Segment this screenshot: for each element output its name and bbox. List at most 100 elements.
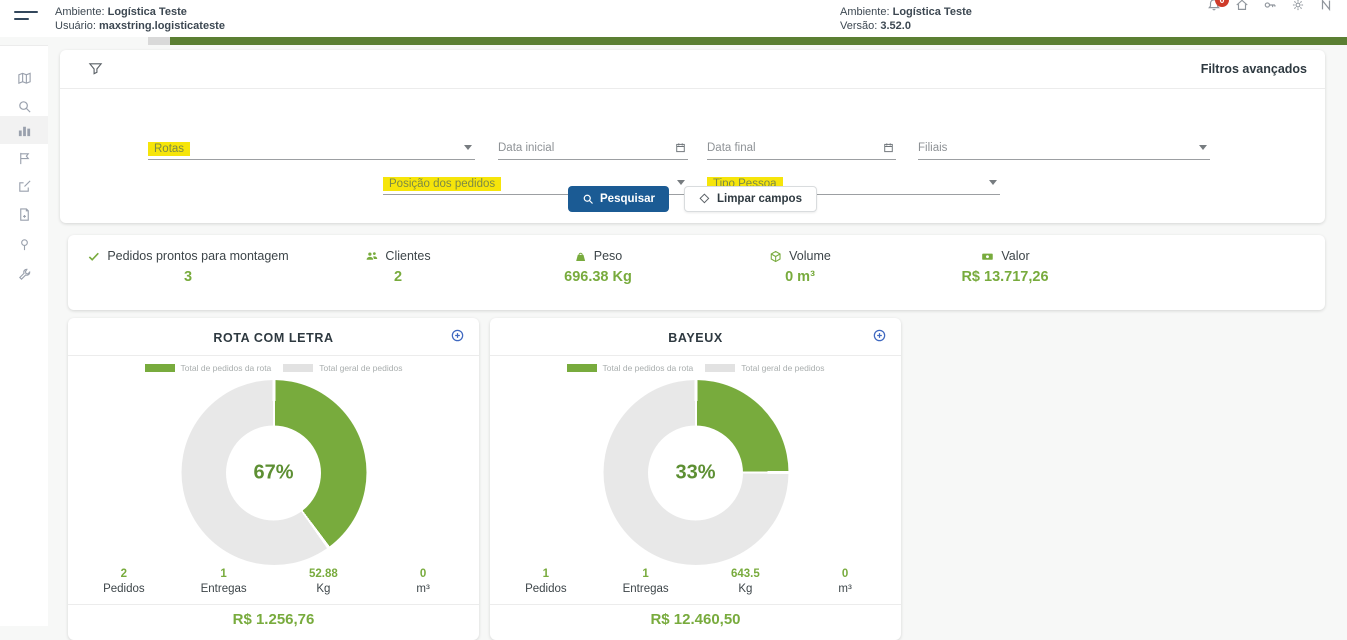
rotas-select[interactable]: Rotas bbox=[148, 134, 475, 160]
filter-funnel-icon[interactable] bbox=[88, 61, 103, 76]
env-value: Logística Teste bbox=[108, 6, 187, 18]
sidebar-item-routes[interactable] bbox=[0, 144, 48, 172]
filters-title: Filtros avançados bbox=[1201, 62, 1307, 76]
donut-percent: 33% bbox=[675, 461, 715, 484]
summary-value: R$ 13.717,26 bbox=[961, 269, 1048, 285]
stat-value: 1 bbox=[596, 568, 696, 580]
calendar-icon[interactable] bbox=[883, 142, 894, 153]
sidebar-item-dashboard[interactable] bbox=[0, 116, 48, 144]
summary-label: Pedidos prontos para montagem bbox=[107, 249, 288, 263]
chevron-down-icon bbox=[464, 145, 472, 150]
rotas-label: Rotas bbox=[148, 142, 190, 156]
sidebar-item-documents[interactable] bbox=[0, 200, 48, 228]
key-icon[interactable] bbox=[1263, 0, 1277, 12]
stat-kg: 52.88 Kg bbox=[274, 568, 374, 595]
summary-value: 696.38 Kg bbox=[564, 269, 632, 285]
data-final-input[interactable]: Data final bbox=[707, 134, 896, 160]
bell-icon[interactable]: 0 bbox=[1207, 0, 1221, 12]
stat-kg: 643.5 Kg bbox=[696, 568, 796, 595]
wrench-icon bbox=[17, 267, 32, 282]
divider bbox=[490, 355, 901, 356]
limpar-campos-button[interactable]: Limpar campos bbox=[684, 186, 817, 212]
summary-valor: Valor R$ 13.717,26 bbox=[961, 249, 1048, 285]
chevron-down-icon bbox=[677, 180, 685, 185]
divider bbox=[60, 88, 1325, 89]
calendar-icon[interactable] bbox=[675, 142, 686, 153]
legend-swatch-gray bbox=[705, 364, 735, 372]
chart-legend: Total de pedidos da rota Total geral de … bbox=[490, 363, 901, 373]
env-label: Ambiente: bbox=[840, 6, 890, 18]
sidebar-item-tools[interactable] bbox=[0, 260, 48, 288]
stat-m3: 0 m³ bbox=[795, 568, 895, 595]
hamburger-menu-icon[interactable] bbox=[14, 11, 38, 25]
limpar-campos-label: Limpar campos bbox=[717, 193, 802, 205]
pesquisar-label: Pesquisar bbox=[600, 193, 655, 205]
top-header: Ambiente: Logística Teste Usuário: maxst… bbox=[0, 0, 1347, 37]
sidebar-item-edit[interactable] bbox=[0, 172, 48, 200]
sidebar-nav bbox=[0, 45, 48, 626]
n-icon[interactable] bbox=[1319, 0, 1333, 12]
flag-icon bbox=[17, 151, 32, 166]
sidebar-item-map[interactable] bbox=[0, 64, 48, 92]
summary-value: 3 bbox=[87, 269, 288, 285]
legend-label: Total geral de pedidos bbox=[741, 363, 824, 373]
donut-ring: 33% bbox=[603, 380, 788, 565]
stat-value: 643.5 bbox=[696, 568, 796, 580]
version-value: 3.52.0 bbox=[880, 20, 911, 32]
version-label: Versão: bbox=[840, 20, 877, 32]
data-final-label: Data final bbox=[707, 142, 756, 154]
stat-m3: 0 m³ bbox=[373, 568, 473, 595]
stat-label: Entregas bbox=[596, 583, 696, 595]
route-card-bayeux: BAYEUX Total de pedidos da rota Total ge… bbox=[490, 318, 901, 640]
filiais-select[interactable]: Filiais bbox=[918, 134, 1210, 160]
legend-label: Total de pedidos da rota bbox=[181, 363, 272, 373]
advanced-filters-panel: Filtros avançados Rotas Data inicial Dat… bbox=[60, 50, 1325, 223]
zoom-in-icon[interactable] bbox=[872, 328, 887, 343]
user-value: maxstring.logisticateste bbox=[99, 20, 225, 32]
summary-label: Volume bbox=[789, 249, 831, 263]
stat-value: 52.88 bbox=[274, 568, 374, 580]
map-icon bbox=[17, 71, 32, 86]
summary-peso: Peso 696.38 Kg bbox=[564, 249, 632, 285]
pesquisar-button[interactable]: Pesquisar bbox=[568, 186, 669, 212]
gear-icon[interactable] bbox=[1291, 0, 1305, 12]
summary-clientes: Clientes 2 bbox=[365, 249, 430, 285]
summary-value: 2 bbox=[365, 269, 430, 285]
brand-accent-bar bbox=[148, 37, 1347, 45]
data-inicial-input[interactable]: Data inicial bbox=[498, 134, 688, 160]
zoom-in-icon[interactable] bbox=[450, 328, 465, 343]
edit-icon bbox=[17, 179, 32, 194]
home-icon[interactable] bbox=[1235, 0, 1249, 12]
search-icon bbox=[17, 99, 32, 114]
stat-value: 0 bbox=[795, 568, 895, 580]
route-card-rota-com-letra: ROTA COM LETRA Total de pedidos da rota … bbox=[68, 318, 479, 640]
stat-label: Kg bbox=[696, 583, 796, 595]
pin-icon bbox=[17, 237, 32, 252]
summary-label: Clientes bbox=[385, 249, 430, 263]
donut-percent: 67% bbox=[253, 461, 293, 484]
stat-pedidos: 2 Pedidos bbox=[74, 568, 174, 595]
sidebar-item-locations[interactable] bbox=[0, 230, 48, 258]
route-stats: 2 Pedidos 1 Entregas 52.88 Kg 0 m³ bbox=[74, 568, 473, 595]
stat-label: Kg bbox=[274, 583, 374, 595]
summary-bar: Pedidos prontos para montagem 3 Clientes… bbox=[68, 235, 1325, 310]
route-total-value: R$ 1.256,76 bbox=[68, 611, 479, 628]
file-sync-icon bbox=[17, 207, 32, 222]
summary-volume: Volume 0 m³ bbox=[769, 249, 831, 285]
stat-label: m³ bbox=[795, 583, 895, 595]
check-icon bbox=[87, 250, 100, 263]
route-stats: 1 Pedidos 1 Entregas 643.5 Kg 0 m³ bbox=[496, 568, 895, 595]
route-total-value: R$ 12.460,50 bbox=[490, 611, 901, 628]
legend-swatch-green bbox=[567, 364, 597, 372]
accent-bar-notch bbox=[148, 37, 170, 45]
summary-pedidos-prontos: Pedidos prontos para montagem 3 bbox=[87, 249, 288, 285]
divider bbox=[68, 355, 479, 356]
legend-swatch-gray bbox=[283, 364, 313, 372]
legend-label: Total geral de pedidos bbox=[319, 363, 402, 373]
legend-label: Total de pedidos da rota bbox=[603, 363, 694, 373]
search-icon bbox=[582, 193, 594, 205]
user-label: Usuário: bbox=[55, 20, 96, 32]
stat-value: 2 bbox=[74, 568, 174, 580]
stat-entregas: 1 Entregas bbox=[174, 568, 274, 595]
stat-label: m³ bbox=[373, 583, 473, 595]
